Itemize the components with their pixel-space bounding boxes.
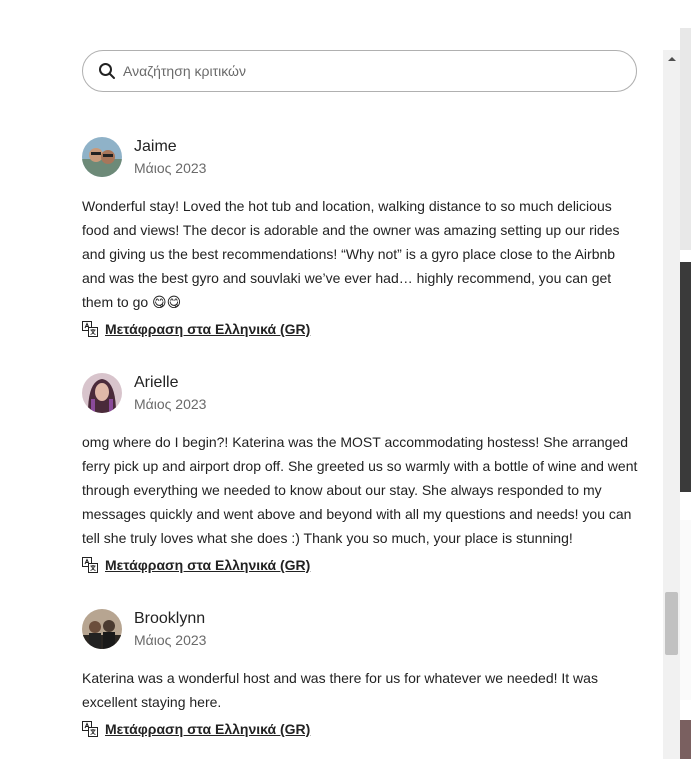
translate-link[interactable]: Μετάφραση στα Ελληνικά (GR) bbox=[82, 720, 310, 738]
review-item: Jaime Μάιος 2023 Wonderful stay! Loved t… bbox=[82, 137, 642, 347]
reviewer-name: Brooklynn bbox=[134, 610, 206, 627]
review-date: Μάιος 2023 bbox=[134, 396, 207, 412]
translate-link[interactable]: Μετάφραση στα Ελληνικά (GR) bbox=[82, 556, 310, 574]
translate-label[interactable]: Μετάφραση στα Ελληνικά (GR) bbox=[105, 556, 310, 574]
scroll-up-button[interactable] bbox=[663, 50, 680, 67]
search-reviews-box[interactable] bbox=[82, 50, 637, 92]
background-segment bbox=[680, 28, 691, 250]
review-date: Μάιος 2023 bbox=[134, 632, 207, 648]
scrollbar-thumb[interactable] bbox=[665, 592, 678, 655]
reviewer-name: Arielle bbox=[134, 374, 179, 391]
review-date: Μάιος 2023 bbox=[134, 160, 207, 176]
translate-icon bbox=[82, 557, 98, 573]
review-text: omg where do I begin?! Katerina was the … bbox=[82, 434, 638, 546]
reviews-panel: Jaime Μάιος 2023 Wonderful stay! Loved t… bbox=[0, 0, 691, 759]
translate-link[interactable]: Μετάφραση στα Ελληνικά (GR) bbox=[82, 320, 310, 338]
review-text: Wonderful stay! Loved the hot tub and lo… bbox=[82, 198, 620, 310]
search-icon bbox=[99, 63, 115, 79]
avatar[interactable] bbox=[82, 609, 122, 649]
translate-icon bbox=[82, 321, 98, 337]
review-item: Brooklynn Μάιος 2023 Katerina was a wond… bbox=[82, 609, 642, 749]
translate-icon bbox=[82, 721, 98, 737]
background-segment bbox=[680, 262, 691, 492]
background-page-edge bbox=[680, 0, 691, 759]
review-item: Arielle Μάιος 2023 omg where do I begin?… bbox=[82, 373, 642, 583]
avatar[interactable] bbox=[82, 137, 122, 177]
search-input[interactable] bbox=[123, 63, 603, 79]
translate-label[interactable]: Μετάφραση στα Ελληνικά (GR) bbox=[105, 720, 310, 738]
translate-label[interactable]: Μετάφραση στα Ελληνικά (GR) bbox=[105, 320, 310, 338]
review-text: Katerina was a wonderful host and was th… bbox=[82, 670, 598, 710]
background-segment bbox=[680, 520, 691, 700]
avatar[interactable] bbox=[82, 373, 122, 413]
reviewer-name: Jaime bbox=[134, 138, 177, 155]
scroll-up-arrow-icon bbox=[667, 56, 676, 61]
background-segment bbox=[680, 720, 691, 759]
